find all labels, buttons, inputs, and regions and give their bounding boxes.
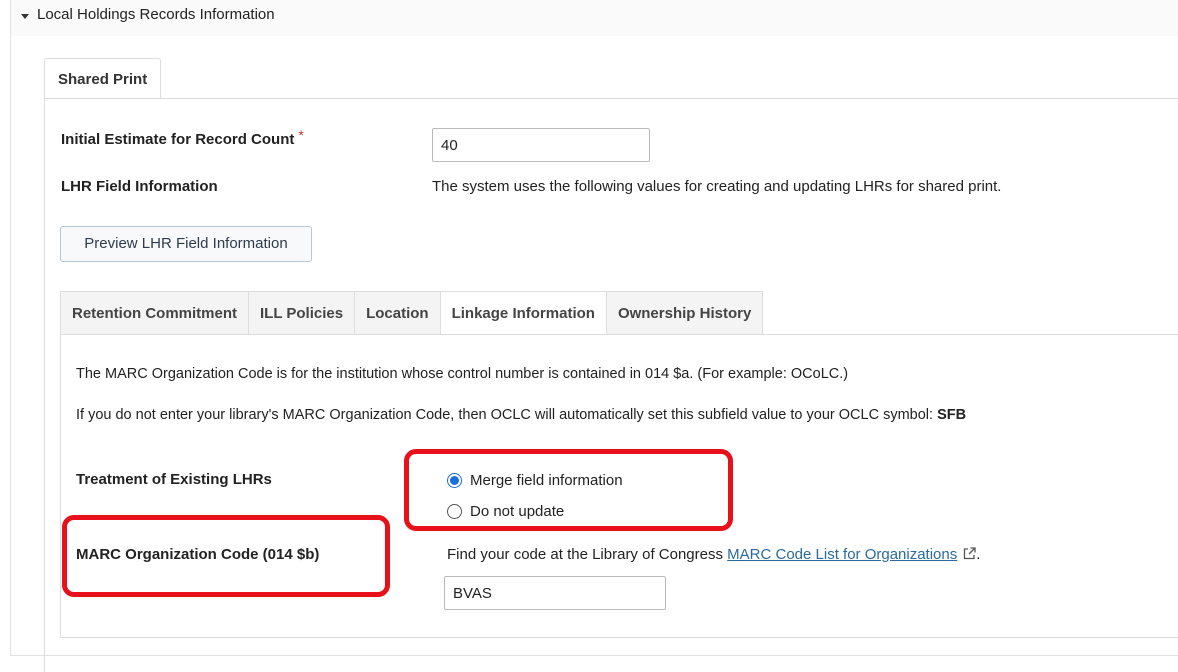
caret-down-icon[interactable] xyxy=(21,14,29,19)
marc-help-text: Find your code at the Library of Congres… xyxy=(447,546,980,563)
linkage-info-line-1: The MARC Organization Code is for the in… xyxy=(76,366,849,382)
marc-code-list-link[interactable]: MARC Code List for Organizations xyxy=(727,546,957,563)
outer-tab-bar: Shared Print xyxy=(44,58,162,98)
required-marker: * xyxy=(298,127,304,143)
tab-retention-commitment[interactable]: Retention Commitment xyxy=(60,291,248,335)
external-link-icon[interactable] xyxy=(963,547,976,560)
tab-location[interactable]: Location xyxy=(354,291,440,335)
treatment-label: Treatment of Existing LHRs xyxy=(76,471,272,488)
section-title: Local Holdings Records Information xyxy=(37,6,275,23)
tab-linkage-information[interactable]: Linkage Information xyxy=(439,291,606,335)
oclc-symbol: SFB xyxy=(937,407,967,423)
marc-help-suffix: . xyxy=(976,546,981,563)
preview-lhr-button[interactable]: Preview LHR Field Information xyxy=(60,226,312,262)
tab-shared-print[interactable]: Shared Print xyxy=(44,58,162,98)
lhr-field-label: LHR Field Information xyxy=(61,178,218,195)
initial-estimate-input[interactable] xyxy=(432,128,650,162)
marc-help-prefix: Find your code at the Library of Congres… xyxy=(447,546,728,563)
linkage-info-line-2: If you do not enter your library's MARC … xyxy=(76,407,966,423)
section-bottom-border xyxy=(10,655,1178,656)
linkage-info-line-2-text: If you do not enter your library's MARC … xyxy=(76,407,938,423)
initial-estimate-label: Initial Estimate for Record Count * xyxy=(61,127,304,148)
lhr-field-description: The system uses the following values for… xyxy=(432,178,1002,195)
highlight-box-treatment xyxy=(404,449,733,531)
initial-estimate-label-text: Initial Estimate for Record Count xyxy=(61,131,295,148)
tab-ownership-history[interactable]: Ownership History xyxy=(605,291,764,335)
section-header[interactable]: Local Holdings Records Information xyxy=(10,0,1178,36)
inner-tab-bar: Retention Commitment ILL Policies Locati… xyxy=(60,291,764,335)
marc-org-code-input[interactable] xyxy=(444,576,666,610)
tab-ill-policies[interactable]: ILL Policies xyxy=(248,291,355,335)
highlight-box-marc-label xyxy=(62,515,390,597)
